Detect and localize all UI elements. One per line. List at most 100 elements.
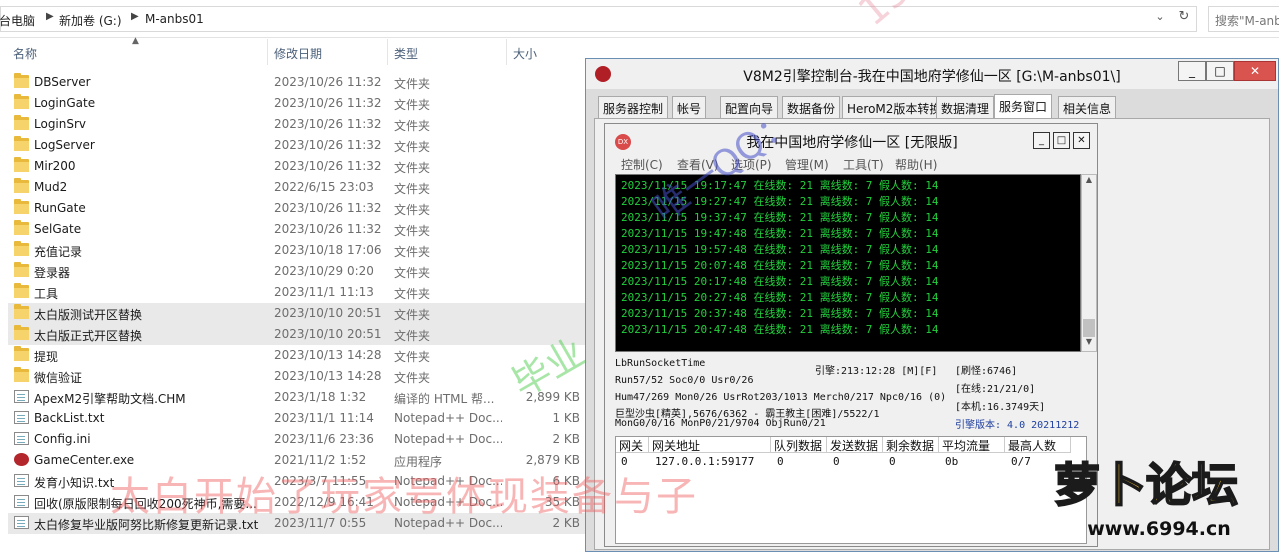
column-divider[interactable]: [506, 39, 507, 65]
scroll-up-icon[interactable]: ▲: [1082, 175, 1096, 189]
file-date: 2023/11/7 0:55: [274, 516, 367, 530]
file-row[interactable]: 充值记录 2023/10/18 17:06 文件夹: [8, 240, 586, 261]
scroll-thumb[interactable]: [1083, 319, 1095, 337]
file-row[interactable]: BackList.txt 2023/11/1 11:14 Notepad++ Doc…: [8, 408, 586, 429]
scroll-down-icon[interactable]: ▼: [1082, 337, 1096, 351]
file-row[interactable]: 登录器 2023/10/29 0:20 文件夹: [8, 261, 586, 282]
tab-server-control[interactable]: 服务器控制: [598, 96, 669, 118]
tab-service-window[interactable]: 服务窗口: [994, 94, 1053, 118]
file-date: 2022/12/9 16:41: [274, 495, 374, 509]
file-type: Notepad++ Doc...: [394, 411, 502, 425]
column-size[interactable]: 大小: [513, 45, 537, 62]
column-date[interactable]: 修改日期: [274, 45, 322, 62]
file-date: 2023/10/13 14:28: [274, 348, 382, 362]
gate-cell: 0: [777, 455, 784, 468]
file-row[interactable]: 工具 2023/11/1 11:13 文件夹: [8, 282, 586, 303]
file-row[interactable]: 太白修复毕业版阿努比斯修复更新记录.txt 2023/11/7 0:55 Notep…: [8, 513, 586, 534]
file-row[interactable]: GameCenter.exe 2021/11/2 1:52 应用程序 2,879 KB: [8, 450, 586, 471]
file-row[interactable]: LoginSrv 2023/10/26 11:32 文件夹: [8, 114, 586, 135]
file-row[interactable]: 回收(原版限制每日回收200死神币,需要... 2022/12/9 16:41 No…: [8, 492, 586, 513]
file-row[interactable]: SelGate 2023/10/26 11:32 文件夹: [8, 219, 586, 240]
folder-icon: [14, 367, 29, 382]
gate-col-queue[interactable]: 队列数据: [771, 437, 827, 453]
log-console[interactable]: 2023/11/15 19:17:47 在线数: 21 离线数: 7 假人数: …: [615, 174, 1081, 352]
document-icon: [14, 411, 29, 424]
menu-tools[interactable]: 工具(T): [843, 156, 884, 173]
file-name: DBServer: [34, 75, 91, 89]
menu-view[interactable]: 查看(V): [677, 156, 719, 173]
minimize-button[interactable]: _: [1033, 132, 1050, 149]
file-date: 2023/10/29 0:20: [274, 264, 374, 278]
gate-col-address[interactable]: 网关地址: [649, 437, 771, 453]
file-row[interactable]: 太白版正式开区替换 2023/10/10 20:51 文件夹: [8, 324, 586, 345]
folder-icon: [14, 178, 29, 193]
minimize-button[interactable]: _: [1178, 61, 1206, 81]
gate-cell: 0: [833, 455, 840, 468]
tab-herom2-convert[interactable]: HeroM2版本转换: [842, 96, 947, 118]
file-row[interactable]: Config.ini 2023/11/6 23:36 Notepad++ Doc..…: [8, 429, 586, 450]
file-row[interactable]: 太白版测试开区替换 2023/10/10 20:51 文件夹: [8, 303, 586, 324]
tab-related-info[interactable]: 相关信息: [1058, 96, 1117, 118]
menu-control[interactable]: 控制(C): [621, 156, 663, 173]
log-line: 2023/11/15 20:37:48 在线数: 21 离线数: 7 假人数: …: [621, 307, 939, 320]
menu-options[interactable]: 选项(P): [731, 156, 772, 173]
close-button[interactable]: ✕: [1073, 132, 1090, 149]
column-name[interactable]: 名称: [13, 45, 37, 62]
refresh-icon[interactable]: ↻: [1175, 9, 1193, 27]
tab-data-backup[interactable]: 数据备份: [782, 96, 841, 118]
file-name: 发育小知识.txt: [34, 476, 115, 490]
address-bar-area: 台电脑 ▶ 新加卷 (G:) ▶ M-anbs01 ⌄ ↻ 搜索"M-anb: [0, 0, 1279, 38]
breadcrumb-folder[interactable]: M-anbs01: [145, 12, 204, 26]
file-row[interactable]: RunGate 2023/10/26 11:32 文件夹: [8, 198, 586, 219]
breadcrumb-drive[interactable]: 新加卷 (G:): [59, 12, 122, 29]
file-type: 文件夹: [394, 119, 431, 133]
maximize-button[interactable]: □: [1053, 132, 1070, 149]
file-type: 文件夹: [394, 287, 431, 301]
folder-icon: [14, 346, 29, 361]
column-type[interactable]: 类型: [394, 45, 418, 62]
site-logo: 萝卜论坛 www.6994.cn: [1036, 452, 1270, 546]
gate-col-id[interactable]: 网关: [616, 437, 649, 453]
column-divider[interactable]: [387, 39, 388, 65]
gate-col-remain[interactable]: 剩余数据: [883, 437, 939, 453]
tab-config-wizard[interactable]: 配置向导: [720, 96, 779, 118]
close-button[interactable]: ✕: [1234, 61, 1276, 81]
file-row[interactable]: 提现 2023/10/13 14:28 文件夹: [8, 345, 586, 366]
document-icon: [14, 474, 29, 487]
file-row[interactable]: Mir200 2023/10/26 11:32 文件夹: [8, 156, 586, 177]
file-row[interactable]: Mud2 2022/6/15 23:03 文件夹: [8, 177, 586, 198]
file-type: Notepad++ Doc...: [394, 495, 502, 509]
file-row[interactable]: LogServer 2023/10/26 11:32 文件夹: [8, 135, 586, 156]
breadcrumb-this-pc[interactable]: 台电脑: [0, 12, 35, 29]
file-date: 2023/10/10 20:51: [274, 306, 382, 320]
file-size: 2 KB: [552, 432, 580, 446]
file-size: 6 KB: [552, 474, 580, 488]
title-bar[interactable]: V8M2引擎控制台-我在中国地府学修仙一区 [G:\M-anbs01\] _ □…: [586, 59, 1278, 89]
file-row[interactable]: 微信验证 2023/10/13 14:28 文件夹: [8, 366, 586, 387]
gate-cell: 0b: [945, 455, 959, 468]
gate-cell: 0: [889, 455, 896, 468]
file-name: ApexM2引擎帮助文档.CHM: [34, 392, 186, 406]
tab-account[interactable]: 帐号: [672, 96, 707, 118]
file-row[interactable]: 发育小知识.txt 2023/3/7 11:55 Notepad++ Doc... 6…: [8, 471, 586, 492]
tab-data-clean[interactable]: 数据清理: [936, 96, 995, 118]
menu-help[interactable]: 帮助(H): [895, 156, 937, 173]
file-name: LoginGate: [34, 96, 96, 110]
column-divider[interactable]: [267, 39, 268, 65]
search-input[interactable]: 搜索"M-anb: [1208, 6, 1279, 32]
site-url: www.6994.cn: [1087, 518, 1231, 540]
menu-manage[interactable]: 管理(M): [785, 156, 829, 173]
stat-online: [在线:21/21/0]: [955, 384, 1036, 395]
maximize-button[interactable]: □: [1206, 61, 1234, 81]
file-row[interactable]: LoginGate 2023/10/26 11:32 文件夹: [8, 93, 586, 114]
address-bar[interactable]: 台电脑 ▶ 新加卷 (G:) ▶ M-anbs01 ⌄ ↻: [0, 6, 1197, 32]
file-row[interactable]: DBServer 2023/10/26 11:32 文件夹: [8, 72, 586, 93]
file-row[interactable]: ApexM2引擎帮助文档.CHM 2023/1/18 1:32 编译的 HTML 帮…: [8, 387, 586, 408]
gate-col-traffic[interactable]: 平均流量: [939, 437, 1005, 453]
file-date: 2023/10/26 11:32: [274, 117, 382, 131]
chevron-down-icon[interactable]: ⌄: [1151, 10, 1169, 28]
folder-icon: [14, 241, 29, 256]
gate-col-max[interactable]: 最高人数: [1005, 437, 1071, 453]
console-scrollbar[interactable]: ▲ ▼: [1081, 174, 1097, 352]
gate-col-sent[interactable]: 发送数据: [827, 437, 883, 453]
